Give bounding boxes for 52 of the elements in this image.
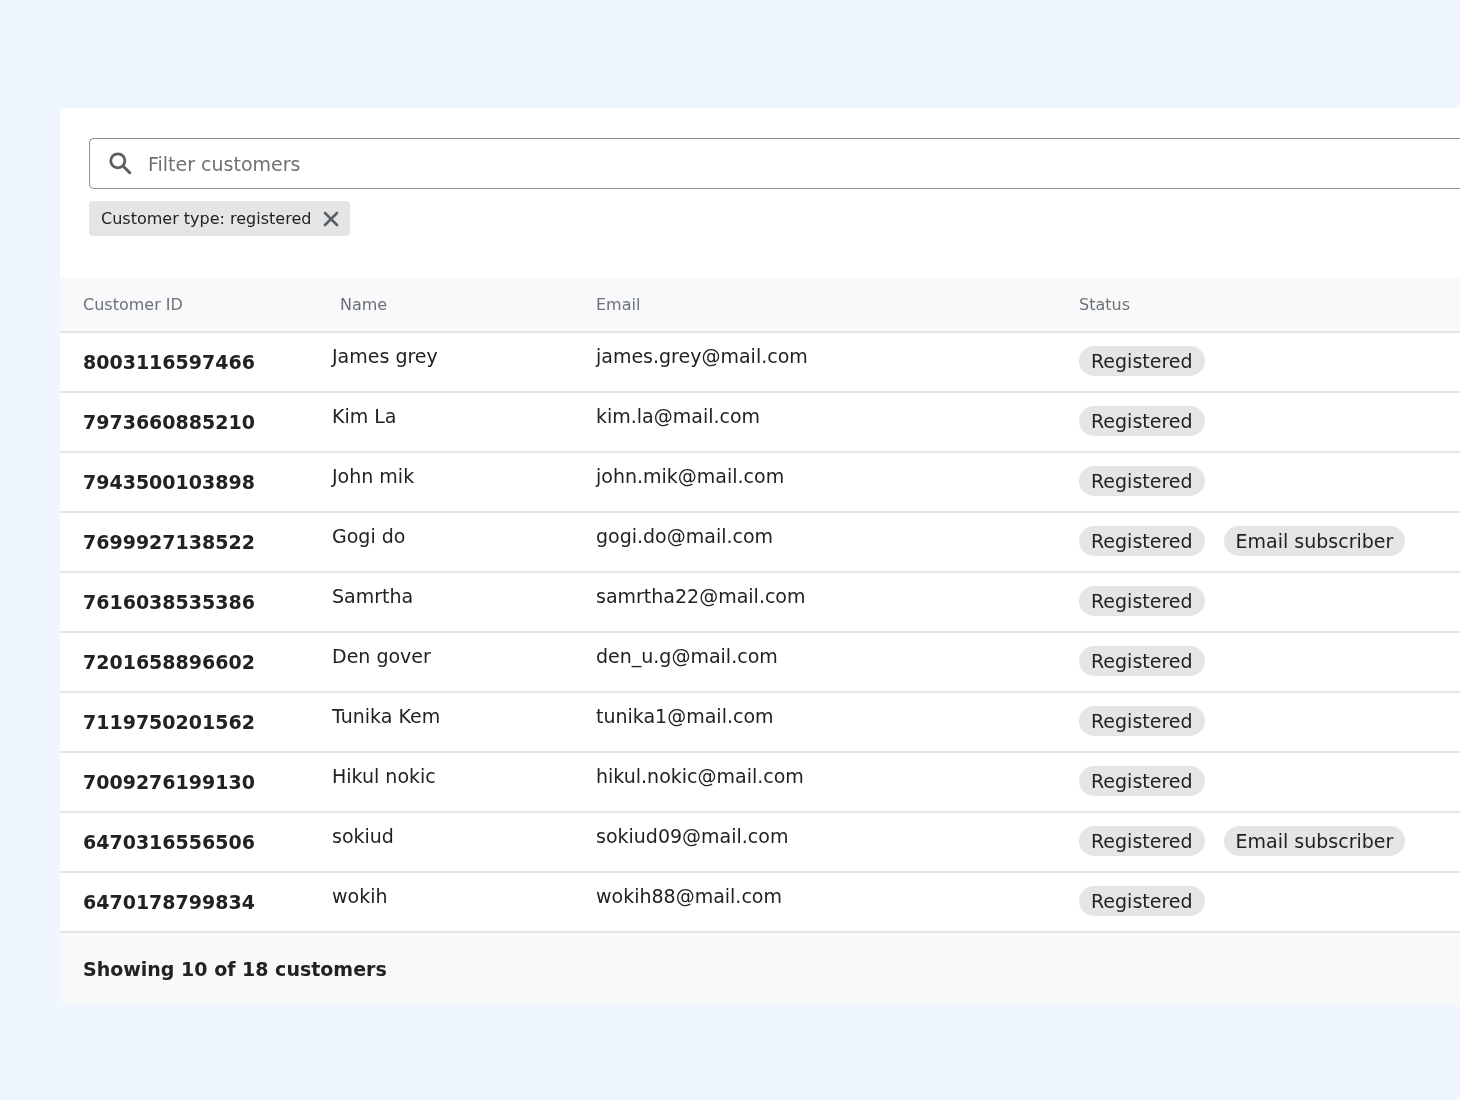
customer-name: Den gover bbox=[332, 644, 432, 667]
status-tag: Registered bbox=[1079, 346, 1205, 376]
customer-name: Kim La bbox=[332, 404, 398, 427]
column-header: Email bbox=[596, 295, 642, 314]
column-header: Name bbox=[339, 295, 389, 314]
customer-name: Tunika Kem bbox=[332, 704, 442, 727]
status-tag: Registered bbox=[1079, 526, 1205, 556]
customer-email: sokiud09@mail.com bbox=[596, 824, 790, 847]
customer-name: Hikul nokic bbox=[332, 764, 437, 787]
status-tag: Registered bbox=[1079, 826, 1205, 856]
remove-filter-button[interactable] bbox=[323, 210, 340, 227]
close-icon bbox=[323, 210, 340, 227]
customer-name: wokih bbox=[332, 884, 389, 907]
status-tag: Email subscriber bbox=[1223, 826, 1406, 856]
filter-tag-label: Customer type: registered bbox=[101, 209, 312, 228]
customer-email: samrtha22@mail.com bbox=[596, 584, 807, 607]
customer-name: sokiud bbox=[332, 824, 395, 847]
search-icon bbox=[107, 150, 133, 176]
customer-email: james.grey@mail.com bbox=[596, 344, 809, 367]
customer-id: 7973660885210 bbox=[83, 410, 256, 433]
customer-id: 7201658896602 bbox=[83, 650, 256, 673]
customer-name: John mik bbox=[332, 464, 416, 487]
customer-id: 6470178799834 bbox=[83, 890, 256, 913]
customer-email: tunika1@mail.com bbox=[596, 704, 775, 727]
customer-email: den_u.g@mail.com bbox=[596, 644, 779, 667]
results-count: Showing 10 of 18 customers bbox=[60, 933, 1460, 1005]
status-tag: Registered bbox=[1079, 766, 1205, 796]
customer-name: James grey bbox=[332, 344, 439, 367]
status-tag: Registered bbox=[1079, 886, 1205, 916]
customer-id: 7943500103898 bbox=[83, 470, 256, 493]
customer-id: 7699927138522 bbox=[83, 530, 256, 553]
customer-id: 6470316556506 bbox=[83, 830, 256, 853]
status-tag: Email subscriber bbox=[1223, 526, 1406, 556]
customer-email: gogi.do@mail.com bbox=[596, 524, 775, 547]
customer-email: hikul.nokic@mail.com bbox=[596, 764, 805, 787]
column-header: Customer ID bbox=[83, 295, 184, 314]
status-tag: Registered bbox=[1079, 646, 1205, 676]
customer-id: 7009276199130 bbox=[83, 770, 256, 793]
customer-id: 8003116597466 bbox=[83, 350, 256, 373]
customer-name: Gogi do bbox=[332, 524, 407, 547]
status-tag: Registered bbox=[1079, 406, 1205, 436]
search-field[interactable]: Filter customers bbox=[89, 138, 1460, 189]
customer-email: john.mik@mail.com bbox=[596, 464, 786, 487]
customer-id: 7616038535386 bbox=[83, 590, 256, 613]
customer-id: 7119750201562 bbox=[83, 710, 256, 733]
customer-email: wokih88@mail.com bbox=[596, 884, 783, 907]
status-tag: Registered bbox=[1079, 706, 1205, 736]
status-tag: Registered bbox=[1079, 466, 1205, 496]
status-tag: Registered bbox=[1079, 586, 1205, 616]
customer-email: kim.la@mail.com bbox=[596, 404, 762, 427]
column-header: Status bbox=[1079, 295, 1131, 314]
customer-name: Samrtha bbox=[332, 584, 415, 607]
